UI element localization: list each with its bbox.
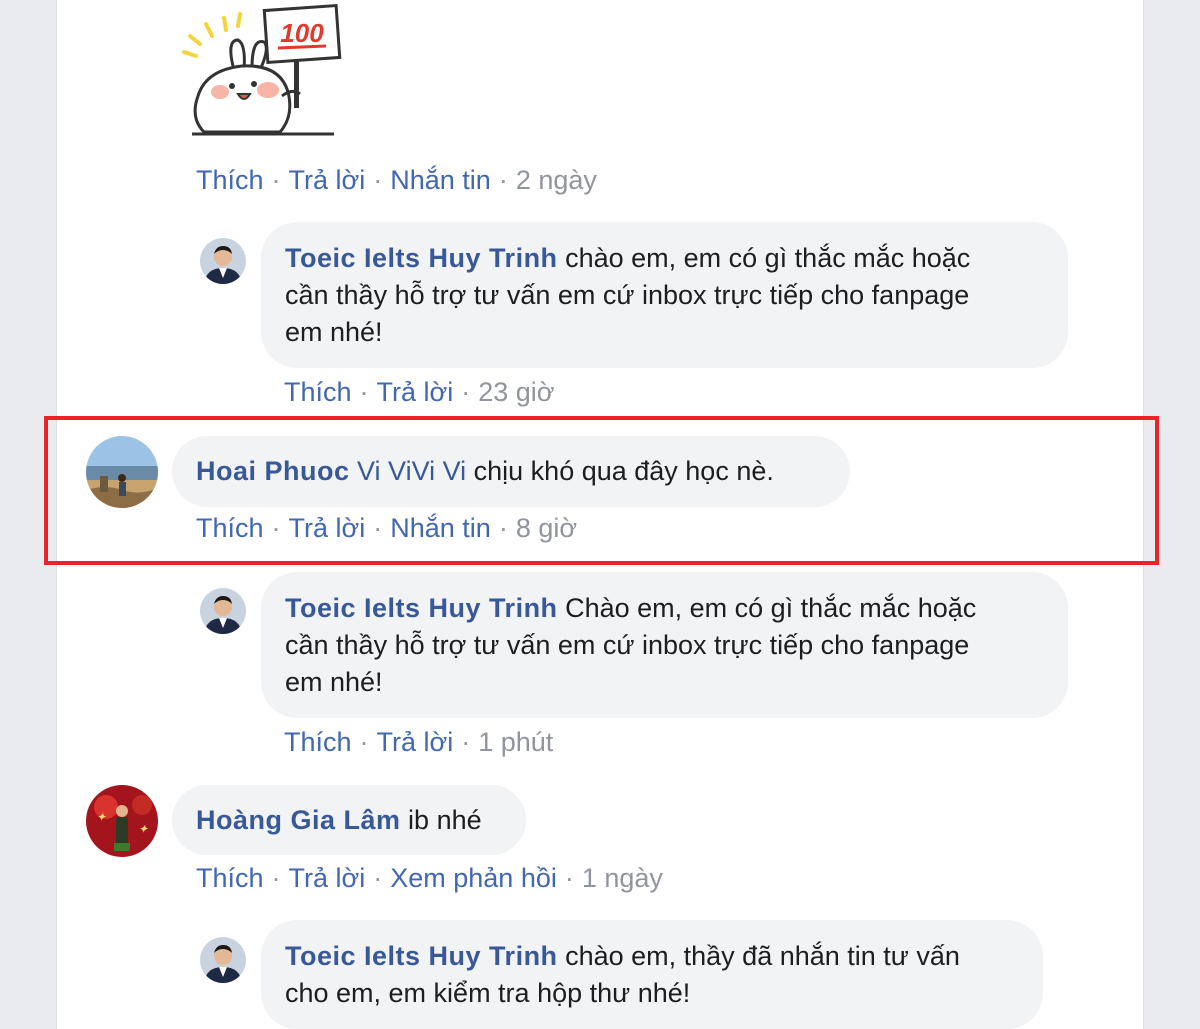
- mention-link[interactable]: Vi ViVi Vi: [357, 456, 466, 486]
- comment-text-line: cần thầy hỗ trợ tư vấn em cứ inbox trực …: [285, 630, 970, 660]
- comment-actions: Thích · Trả lời · Xem phản hồi · 1 ngày: [196, 862, 663, 894]
- message-link[interactable]: Nhắn tin: [390, 165, 491, 195]
- comment-text: chịu khó qua đây học nè.: [473, 456, 774, 486]
- like-link[interactable]: Thích: [284, 377, 352, 407]
- comment-actions: Thích · Trả lời · Nhắn tin · 2 ngày: [196, 164, 597, 196]
- message-link[interactable]: Nhắn tin: [390, 513, 491, 543]
- separator-dot: ·: [373, 863, 383, 893]
- separator-dot: ·: [373, 513, 383, 543]
- avatar[interactable]: [200, 937, 246, 983]
- like-link[interactable]: Thích: [284, 727, 352, 757]
- timestamp[interactable]: 8 giờ: [516, 513, 577, 543]
- separator-dot: ·: [498, 165, 508, 195]
- timestamp[interactable]: 23 giờ: [478, 377, 554, 407]
- comment-text-line: em nhé!: [285, 667, 383, 697]
- timestamp[interactable]: 1 phút: [478, 727, 553, 757]
- reply-link[interactable]: Trả lời: [289, 513, 366, 543]
- sticker-100-text: 100: [280, 18, 324, 48]
- comment-text: ib nhé: [408, 805, 482, 835]
- comment-actions: Thích · Trả lời · 23 giờ: [284, 376, 555, 408]
- avatar[interactable]: [200, 238, 246, 284]
- comment-actions: Thích · Trả lời · 1 phút: [284, 726, 553, 758]
- separator-dot: ·: [359, 727, 369, 757]
- comment-text-line: cần thầy hỗ trợ tư vấn em cứ inbox trực …: [285, 280, 970, 310]
- separator-dot: ·: [498, 513, 508, 543]
- reply-bubble: Toeic Ielts Huy Trinh chào em, thầy đã n…: [261, 920, 1043, 1029]
- separator-dot: ·: [461, 727, 471, 757]
- like-link[interactable]: Thích: [196, 863, 264, 893]
- separator-dot: ·: [461, 377, 471, 407]
- comment-text-line: chào em, thầy đã nhắn tin tư vấn: [565, 941, 960, 971]
- view-replies-link[interactable]: Xem phản hồi: [390, 863, 557, 893]
- comment-text-line: em nhé!: [285, 317, 383, 347]
- avatar[interactable]: [200, 588, 246, 634]
- comment-actions: Thích · Trả lời · Nhắn tin · 8 giờ: [196, 512, 577, 544]
- comment-bubble: Hoai Phuoc Vi ViVi Vi chịu khó qua đây h…: [172, 436, 850, 507]
- reply-bubble: Toeic Ielts Huy Trinh Chào em, em có gì …: [261, 572, 1068, 718]
- reply-link[interactable]: Trả lời: [289, 165, 366, 195]
- comment-text-line: Chào em, em có gì thắc mắc hoặc: [565, 593, 977, 623]
- avatar[interactable]: [86, 436, 158, 508]
- avatar[interactable]: ✦ ✦: [86, 785, 158, 857]
- svg-text:✦: ✦: [96, 810, 107, 824]
- like-link[interactable]: Thích: [196, 165, 264, 195]
- comment-text-line: chào em, em có gì thắc mắc hoặc: [565, 243, 971, 273]
- separator-dot: ·: [271, 513, 281, 543]
- reply-link[interactable]: Trả lời: [289, 863, 366, 893]
- like-link[interactable]: Thích: [196, 513, 264, 543]
- timestamp[interactable]: 2 ngày: [516, 165, 597, 195]
- author-name-link[interactable]: Hoai Phuoc: [196, 456, 350, 486]
- separator-dot: ·: [373, 165, 383, 195]
- author-name-link[interactable]: Hoàng Gia Lâm: [196, 805, 401, 835]
- separator-dot: ·: [271, 863, 281, 893]
- comment-bubble: Hoàng Gia Lâm ib nhé: [172, 785, 526, 855]
- svg-text:✦: ✦: [138, 822, 149, 836]
- author-name-link[interactable]: Toeic Ielts Huy Trinh: [285, 593, 558, 623]
- comment-text-line: cho em, em kiểm tra hộp thư nhé!: [285, 978, 691, 1008]
- reply-link[interactable]: Trả lời: [377, 377, 454, 407]
- separator-dot: ·: [564, 863, 574, 893]
- separator-dot: ·: [271, 165, 281, 195]
- bunny-100-sticker: 100: [176, 0, 346, 140]
- timestamp[interactable]: 1 ngày: [582, 863, 663, 893]
- reply-bubble: Toeic Ielts Huy Trinh chào em, em có gì …: [261, 222, 1068, 368]
- author-name-link[interactable]: Toeic Ielts Huy Trinh: [285, 243, 558, 273]
- author-name-link[interactable]: Toeic Ielts Huy Trinh: [285, 941, 558, 971]
- separator-dot: ·: [359, 377, 369, 407]
- reply-link[interactable]: Trả lời: [377, 727, 454, 757]
